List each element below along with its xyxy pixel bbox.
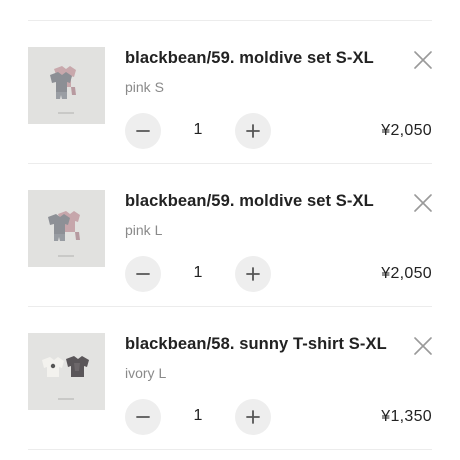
product-thumbnail[interactable] (28, 47, 105, 124)
product-name[interactable]: blackbean/59. moldive set S-XL (125, 49, 374, 68)
minus-icon (136, 130, 150, 132)
item-price: ¥2,050 (381, 122, 432, 139)
item-price: ¥2,050 (381, 265, 432, 282)
quantity-value: 1 (193, 121, 203, 138)
close-icon[interactable] (414, 51, 432, 69)
decrease-quantity-button[interactable] (125, 113, 161, 149)
minus-icon (136, 416, 150, 418)
product-thumbnail[interactable] (28, 190, 105, 267)
cart-item: blackbean/59. moldive set S-XL pink L 1 … (28, 164, 432, 307)
product-thumbnail[interactable] (28, 333, 105, 410)
decrease-quantity-button[interactable] (125, 399, 161, 435)
cart-item: blackbean/59. moldive set S-XL pink S 1 … (28, 21, 432, 164)
cart-item: blackbean/58. sunny T-shirt S-XL ivory L… (28, 307, 432, 450)
plus-icon (246, 267, 260, 281)
plus-icon (246, 410, 260, 424)
quantity-value: 1 (193, 264, 203, 281)
cart-list: blackbean/59. moldive set S-XL pink S 1 … (28, 20, 432, 460)
increase-quantity-button[interactable] (235, 256, 271, 292)
plus-icon (246, 124, 260, 138)
item-price: ¥1,350 (381, 408, 432, 425)
quantity-value: 1 (193, 407, 203, 424)
product-variant: ivory L (125, 365, 167, 381)
product-variant: pink S (125, 79, 164, 95)
increase-quantity-button[interactable] (235, 113, 271, 149)
close-icon[interactable] (414, 194, 432, 212)
increase-quantity-button[interactable] (235, 399, 271, 435)
product-name[interactable]: blackbean/59. moldive set S-XL (125, 192, 374, 211)
minus-icon (136, 273, 150, 275)
product-name[interactable]: blackbean/58. sunny T-shirt S-XL (125, 335, 387, 354)
close-icon[interactable] (414, 337, 432, 355)
decrease-quantity-button[interactable] (125, 256, 161, 292)
product-variant: pink L (125, 222, 163, 238)
